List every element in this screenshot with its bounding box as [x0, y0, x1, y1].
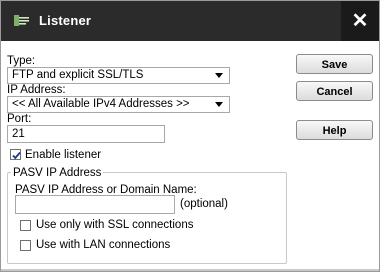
type-select[interactable]: FTP and explicit SSL/TLS: [7, 67, 230, 84]
lan-checkbox[interactable]: [20, 240, 31, 251]
chevron-down-icon: [215, 102, 223, 107]
bottom-border: [1, 269, 379, 271]
listener-dialog: Listener ✕ Type: FTP and explicit SSL/TL…: [0, 0, 380, 272]
port-value: 21: [12, 128, 25, 140]
listener-icon: [13, 13, 31, 29]
cancel-button[interactable]: Cancel: [296, 81, 373, 101]
enable-listener-label: Enable listener: [25, 149, 102, 161]
type-label: Type:: [7, 55, 36, 67]
lan-label: Use with LAN connections: [36, 239, 171, 251]
close-icon: ✕: [351, 10, 369, 32]
help-button[interactable]: Help: [296, 120, 373, 140]
port-field[interactable]: 21: [7, 125, 165, 143]
close-button[interactable]: ✕: [341, 1, 379, 41]
save-button[interactable]: Save: [296, 54, 373, 74]
ip-address-select[interactable]: << All Available IPv4 Addresses >>: [7, 96, 230, 113]
title-bar: Listener ✕: [1, 1, 379, 41]
enable-listener-checkbox[interactable]: [10, 149, 21, 160]
pasv-address-field[interactable]: [15, 195, 175, 214]
port-label: Port:: [7, 113, 32, 125]
checkmark-icon: [12, 151, 21, 160]
ssl-only-checkbox[interactable]: [20, 220, 31, 231]
optional-label: (optional): [180, 198, 228, 210]
ssl-only-label: Use only with SSL connections: [36, 219, 194, 231]
ip-address-select-value: << All Available IPv4 Addresses >>: [12, 98, 190, 110]
type-select-value: FTP and explicit SSL/TLS: [12, 69, 144, 81]
chevron-down-icon: [215, 73, 223, 78]
dialog-title: Listener: [39, 13, 92, 28]
pasv-group-legend: PASV IP Address: [11, 167, 104, 179]
ip-address-label: IP Address:: [7, 84, 66, 96]
